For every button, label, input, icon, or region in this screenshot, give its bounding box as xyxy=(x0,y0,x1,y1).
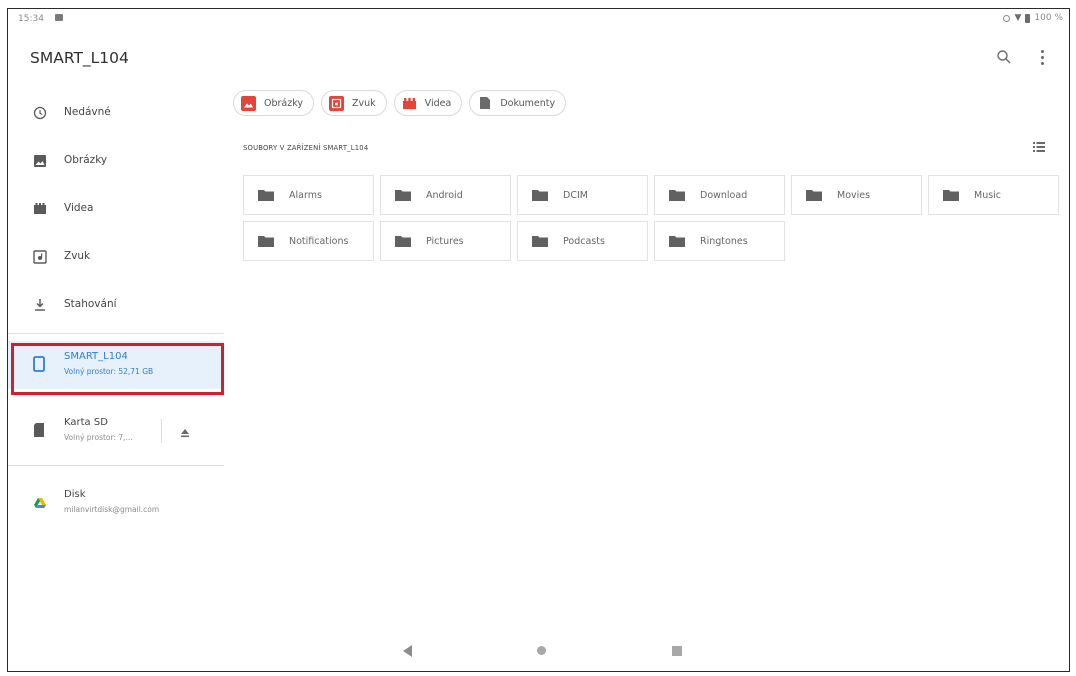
folder-name: Podcasts xyxy=(563,235,605,247)
folder-tile[interactable]: Pictures xyxy=(380,221,511,261)
sidebar-item-audio[interactable]: Zvuk xyxy=(8,237,224,277)
status-bar: 15:34 ▼ 100 % xyxy=(8,9,1069,31)
video-icon xyxy=(402,96,417,111)
folder-icon xyxy=(532,190,548,201)
sync-icon xyxy=(1003,14,1011,22)
phone-icon xyxy=(33,356,45,376)
storage-title: SMART_L104 xyxy=(64,351,128,362)
folder-icon xyxy=(395,236,411,247)
app-window: 15:34 ▼ 100 % SMART_L104 Nedávné Obrázky… xyxy=(7,8,1070,672)
audio-icon xyxy=(329,95,345,111)
system-nav-bar xyxy=(8,633,1069,671)
folder-tile[interactable]: Android xyxy=(380,175,511,215)
divider xyxy=(161,419,162,443)
storage-free-space: Volný prostor: 52,71 GB xyxy=(64,367,154,376)
folder-tile[interactable]: Movies xyxy=(791,175,922,215)
image-icon xyxy=(32,153,48,169)
sidebar-item-label: Stahování xyxy=(64,298,117,310)
storage-free-space: Volný prostor: 7,... xyxy=(64,433,133,442)
more-vert-icon xyxy=(1040,49,1044,53)
folder-name: Alarms xyxy=(289,189,322,201)
folder-name: Music xyxy=(974,189,1002,201)
folder-icon xyxy=(669,190,685,201)
chip-images[interactable]: Obrázky xyxy=(233,90,315,116)
sidebar-item-label: Obrázky xyxy=(64,154,108,166)
recents-button[interactable] xyxy=(672,646,682,656)
folder-name: DCIM xyxy=(563,189,588,201)
list-view-button[interactable] xyxy=(1032,139,1046,153)
chip-label: Zvuk xyxy=(352,97,376,109)
folder-name: Download xyxy=(700,189,748,201)
folder-name: Ringtones xyxy=(700,235,748,247)
battery-level: 100 % xyxy=(1034,13,1063,23)
section-title: SOUBORY V ZAŘÍZENÍ SMART_L104 xyxy=(243,144,369,152)
folder-icon xyxy=(943,190,959,201)
folder-tile[interactable]: Podcasts xyxy=(517,221,648,261)
document-icon xyxy=(477,96,492,111)
sidebar-item-internal-storage[interactable]: SMART_L104 Volný prostor: 52,71 GB xyxy=(8,341,224,389)
chip-videos[interactable]: Videa xyxy=(393,90,463,116)
search-icon xyxy=(997,50,1011,64)
folder-name: Android xyxy=(426,189,463,201)
folder-tile[interactable]: Ringtones xyxy=(654,221,785,261)
drive-icon xyxy=(33,494,47,513)
sidebar-item-label: Nedávné xyxy=(64,106,111,118)
folder-name: Pictures xyxy=(426,235,464,247)
chip-label: Dokumenty xyxy=(500,97,556,109)
wifi-icon: ▼ xyxy=(1014,12,1022,23)
folder-icon xyxy=(258,236,274,247)
folder-grid: Alarms Android DCIM Download Movies Musi… xyxy=(243,175,1059,261)
divider xyxy=(8,465,224,466)
folder-name: Movies xyxy=(837,189,871,201)
download-icon xyxy=(32,297,48,313)
home-button[interactable] xyxy=(537,646,546,655)
sidebar-item-recent[interactable]: Nedávné xyxy=(8,93,224,133)
chip-audio[interactable]: Zvuk xyxy=(321,90,387,116)
clock-icon xyxy=(32,105,48,121)
sidebar-item-videos[interactable]: Videa xyxy=(8,189,224,229)
battery-icon xyxy=(1025,13,1031,23)
eject-icon xyxy=(181,429,189,438)
folder-icon xyxy=(258,190,274,201)
list-view-icon xyxy=(1033,142,1045,152)
eject-button[interactable] xyxy=(178,424,192,438)
folder-tile[interactable]: Download xyxy=(654,175,785,215)
folder-icon xyxy=(806,190,822,201)
sidebar-item-sd-card[interactable]: Karta SD Volný prostor: 7,... xyxy=(8,407,224,455)
chip-documents[interactable]: Dokumenty xyxy=(469,90,567,116)
sidebar-item-label: Zvuk xyxy=(64,250,91,262)
sidebar-item-images[interactable]: Obrázky xyxy=(8,141,224,181)
sd-card-icon xyxy=(33,422,45,442)
more-options-button[interactable] xyxy=(1033,46,1051,68)
folder-icon xyxy=(395,190,411,201)
chip-label: Obrázky xyxy=(264,97,304,109)
folder-name: Notifications xyxy=(289,235,349,247)
image-icon xyxy=(241,95,256,111)
folder-icon xyxy=(532,236,548,247)
folder-tile[interactable]: DCIM xyxy=(517,175,648,215)
account-email: milanvirtdisk@gmail.com xyxy=(64,505,160,514)
page-title: SMART_L104 xyxy=(30,49,129,67)
folder-tile[interactable]: Alarms xyxy=(243,175,374,215)
status-time: 15:34 xyxy=(18,14,44,24)
audio-icon xyxy=(32,249,48,265)
folder-tile[interactable]: Notifications xyxy=(243,221,374,261)
search-button[interactable] xyxy=(993,46,1015,68)
storage-title: Karta SD xyxy=(64,417,108,428)
sidebar-item-label: Videa xyxy=(64,202,94,214)
sidebar-item-drive[interactable]: Disk milanvirtdisk@gmail.com xyxy=(8,479,224,527)
divider xyxy=(8,333,224,334)
chip-label: Videa xyxy=(424,97,452,109)
sidebar-item-downloads[interactable]: Stahování xyxy=(8,285,224,325)
video-icon xyxy=(32,201,48,217)
filter-chips: Obrázky Zvuk Videa Dokumenty xyxy=(233,90,567,116)
folder-tile[interactable]: Music xyxy=(928,175,1059,215)
notification-icon xyxy=(55,14,63,21)
folder-icon xyxy=(669,236,685,247)
back-button[interactable] xyxy=(403,645,412,657)
status-indicators: ▼ 100 % xyxy=(1003,13,1063,23)
storage-title: Disk xyxy=(64,489,86,500)
